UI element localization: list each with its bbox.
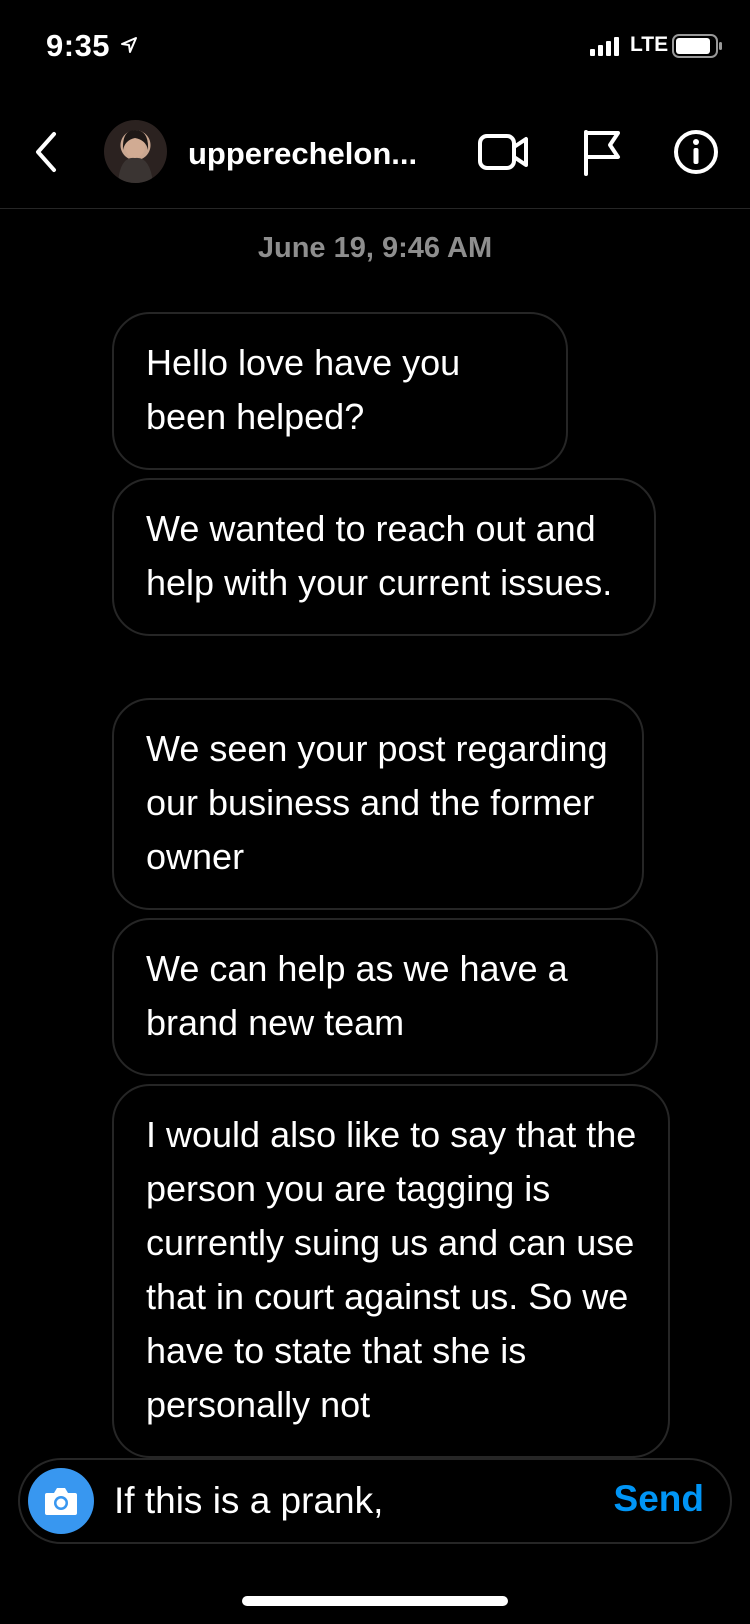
send-button[interactable]: Send (614, 1478, 704, 1520)
message-thread[interactable]: June 19, 9:46 AM Hello love have you bee… (0, 0, 750, 1458)
message-bubble[interactable]: I would also like to say that the person… (112, 1084, 670, 1458)
thread-timestamp: June 19, 9:46 AM (257, 232, 493, 264)
message-bubble[interactable]: Hello love have you been helped? (112, 312, 568, 470)
message-text: We wanted to reach out and help with you… (146, 508, 613, 603)
message-text: We seen your post regarding our business… (146, 728, 608, 877)
message-text: We can help as we have a brand new team (146, 948, 568, 1043)
message-bubble[interactable]: We seen your post regarding our business… (112, 698, 644, 910)
message-text: I would also like to say that the person… (146, 1114, 637, 1425)
message-bubble[interactable]: We wanted to reach out and help with you… (112, 478, 656, 636)
home-indicator (242, 1596, 508, 1606)
message-bubble[interactable]: We can help as we have a brand new team (112, 918, 658, 1076)
message-composer: Send (18, 1458, 732, 1544)
camera-icon (45, 1488, 77, 1515)
message-text: Hello love have you been helped? (146, 342, 461, 437)
camera-button[interactable] (28, 1468, 94, 1534)
message-input[interactable] (114, 1474, 544, 1528)
